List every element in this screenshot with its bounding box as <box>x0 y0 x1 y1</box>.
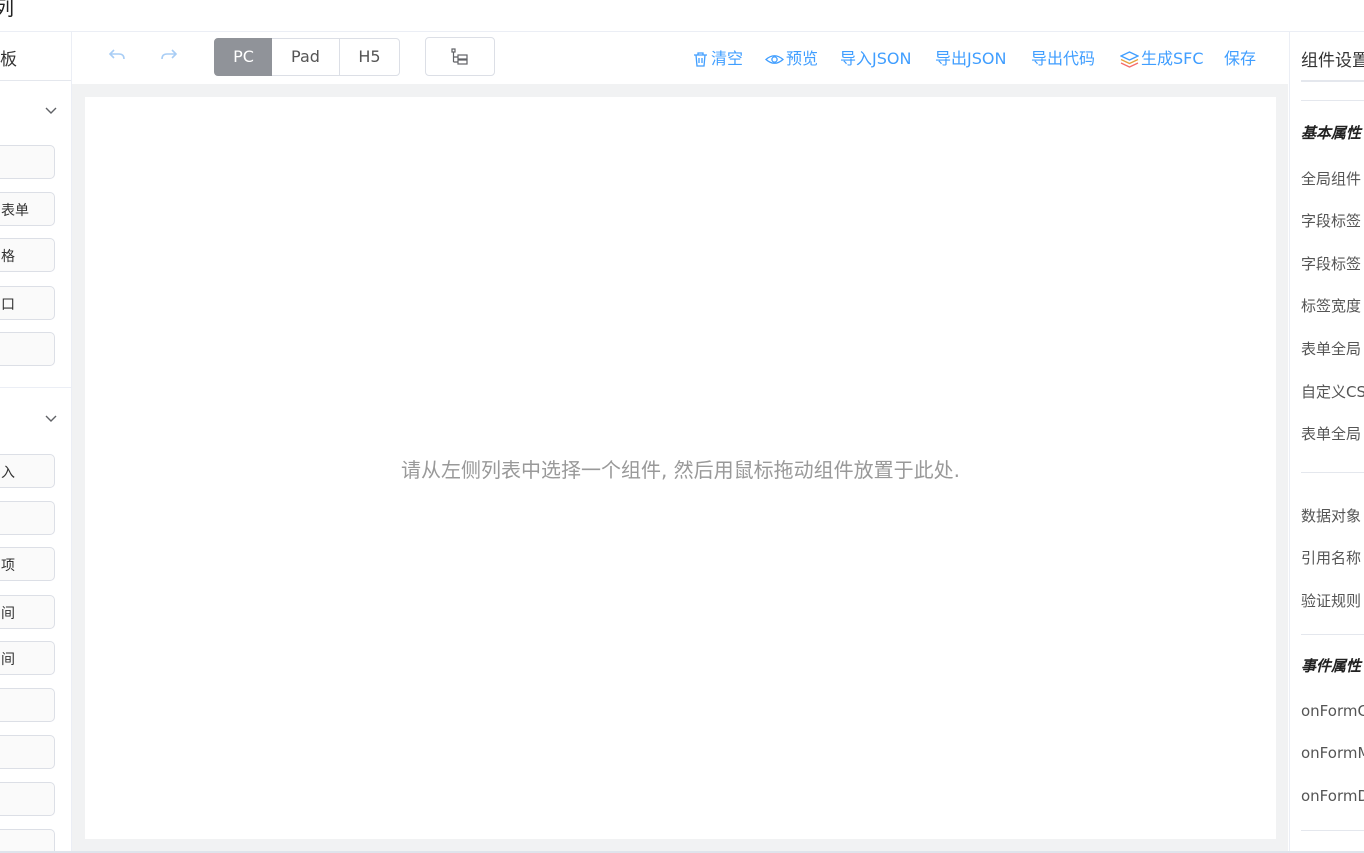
widget-item[interactable]: 口 <box>0 286 55 320</box>
divider <box>1301 100 1364 101</box>
clear-label: 清空 <box>711 49 744 68</box>
widget-item[interactable]: 间 <box>0 595 55 629</box>
widget-panel: 板 表单 格 口 入 项 间 间 <box>0 32 72 853</box>
basic-properties-heading: 基本属性 <box>1301 124 1362 142</box>
event-label: onFormDataChange <box>1301 787 1364 805</box>
event-properties-heading: 事件属性 <box>1301 657 1362 675</box>
section-divider <box>0 387 71 388</box>
setting-label: 表单全局 <box>1301 340 1362 358</box>
setting-label: 验证规则 <box>1301 592 1362 610</box>
event-label: onFormCreated <box>1301 702 1364 720</box>
container-section-header[interactable] <box>0 97 71 127</box>
node-tree-button[interactable] <box>425 37 495 76</box>
divider <box>1301 634 1364 635</box>
undo-icon[interactable] <box>106 44 128 66</box>
app-title: 列 <box>0 0 14 20</box>
tab-underline <box>1301 80 1364 82</box>
eye-icon <box>765 54 784 64</box>
setting-label: 引用名称 <box>1301 549 1362 567</box>
empty-canvas-hint: 请从左侧列表中选择一个组件, 然后用鼠标拖动组件放置于此处. <box>400 458 961 482</box>
widget-item[interactable]: 入 <box>0 454 55 488</box>
device-h5-button[interactable]: H5 <box>339 38 400 76</box>
settings-panel: 组件设置 基本属性 全局组件 字段标签 字段标签 标签宽度 表单全局 自定义CS… <box>1289 32 1364 853</box>
widget-item[interactable] <box>0 782 55 816</box>
designer-toolbar: PC Pad H5 清空 预览 导入JSON 导出JSON 导出代码 生成SFC… <box>72 32 1288 84</box>
setting-label: 全局组件 <box>1301 170 1362 188</box>
import-json-button[interactable]: 导入JSON <box>840 49 911 69</box>
widget-item[interactable]: 间 <box>0 641 55 675</box>
setting-label: 数据对象 <box>1301 507 1362 525</box>
clear-button[interactable]: 清空 <box>692 49 743 69</box>
generate-sfc-button[interactable]: 生成SFC <box>1120 49 1204 69</box>
layers-icon <box>1120 50 1139 68</box>
widget-item[interactable] <box>0 332 55 366</box>
event-label: onFormMounted <box>1301 744 1364 762</box>
export-json-label: 导出JSON <box>935 49 1007 68</box>
node-tree-icon <box>451 48 468 65</box>
setting-label: 字段标签 <box>1301 212 1362 230</box>
divider <box>1301 472 1364 473</box>
setting-label: 表单全局 <box>1301 425 1362 443</box>
device-pc-button[interactable]: PC <box>214 38 273 76</box>
tab-component-settings[interactable]: 组件设置 <box>1301 46 1364 71</box>
chevron-down-icon <box>45 415 57 422</box>
widget-item[interactable]: 项 <box>0 547 55 581</box>
setting-label: 标签宽度 <box>1301 297 1362 315</box>
generate-sfc-label: 生成SFC <box>1141 49 1204 68</box>
preview-button[interactable]: 预览 <box>765 49 818 69</box>
setting-label: 自定义CSS <box>1301 383 1364 401</box>
widget-item[interactable] <box>0 735 55 769</box>
export-json-button[interactable]: 导出JSON <box>935 49 1006 69</box>
device-pad-button[interactable]: Pad <box>272 38 340 76</box>
chevron-down-icon <box>45 107 57 114</box>
widget-item[interactable] <box>0 501 55 535</box>
preview-label: 预览 <box>786 49 819 68</box>
divider <box>1301 830 1364 831</box>
widget-item[interactable] <box>0 829 55 853</box>
widget-panel-title: 板 <box>0 50 17 70</box>
export-code-label: 导出代码 <box>1031 49 1096 68</box>
widget-item[interactable] <box>0 688 55 722</box>
app-header: 列 <box>0 0 1364 32</box>
export-code-button[interactable]: 导出代码 <box>1031 49 1095 69</box>
panel-title-divider <box>0 80 71 81</box>
save-button[interactable]: 保存 <box>1224 49 1256 69</box>
widget-item[interactable]: 表单 <box>0 192 55 226</box>
basic-section-header[interactable] <box>0 405 71 435</box>
setting-label: 字段标签 <box>1301 255 1362 273</box>
import-json-label: 导入JSON <box>840 49 912 68</box>
trash-icon <box>694 51 707 67</box>
form-drop-zone[interactable]: 请从左侧列表中选择一个组件, 然后用鼠标拖动组件放置于此处. <box>85 97 1276 839</box>
widget-item[interactable] <box>0 145 55 179</box>
widget-item[interactable]: 格 <box>0 238 55 272</box>
save-label: 保存 <box>1224 49 1257 68</box>
form-canvas-area: 请从左侧列表中选择一个组件, 然后用鼠标拖动组件放置于此处. <box>72 84 1288 853</box>
redo-icon[interactable] <box>158 44 180 66</box>
